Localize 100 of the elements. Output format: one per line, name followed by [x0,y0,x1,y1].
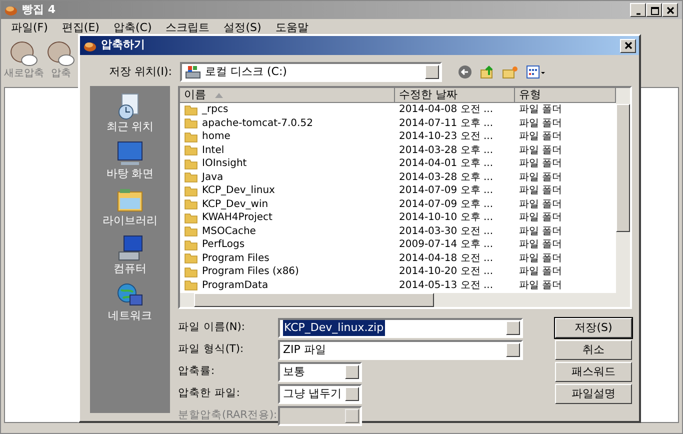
modified-date: 2014-03-28 오후 ... [398,144,494,157]
view-menu-icon[interactable] [526,65,546,79]
dialog-button[interactable]: 패스워드 [555,362,632,382]
close-button[interactable] [620,38,636,52]
file-name[interactable]: Program Files (x86) [202,265,299,278]
places-item[interactable]: 바탕 화면 [106,139,154,180]
file-name-combo[interactable]: KCP_Dev_linux.zip [278,318,523,338]
folder-icon [184,266,198,278]
file-name[interactable]: _rpcs [202,103,228,116]
file-name[interactable]: ProgramData [202,278,268,292]
dialog-button[interactable]: 취소 [555,340,632,360]
modified-date: 2014-07-11 오후 ... [398,116,494,130]
file-type: 파일 폴더 [518,224,562,238]
field-label: 압축한 파일: [178,386,241,402]
archive-icon [47,41,75,66]
folder-icon [184,130,198,143]
file-type: 파일 폴더 [518,184,562,198]
location-label: 저장 위치(I): [108,64,172,80]
file-name[interactable]: Program Files [202,252,270,265]
desktop-icon [116,139,144,168]
file-type: 파일 폴더 [518,103,562,116]
archive-icon [10,41,38,66]
back-icon[interactable] [458,65,472,79]
file-name[interactable]: Intel [202,144,224,157]
close-icon [624,41,632,50]
column-header[interactable]: 이름 [180,88,395,103]
file-name[interactable]: MSOCache [202,224,256,238]
menu-item[interactable]: 압축(C) [113,20,152,36]
folder-icon [184,225,198,238]
file-name[interactable]: KCP_Dev_linux [202,184,275,198]
horizontal-scrollbar[interactable] [180,293,630,307]
location-combo[interactable]: 로컬 디스크 (C:) [180,62,442,82]
maximize-button[interactable] [646,3,662,17]
modified-date: 2014-04-18 오전 ... [398,252,494,265]
folder-icon [184,212,198,224]
dialog-button[interactable]: 저장(S) [555,318,632,338]
places-item[interactable]: 컴퓨터 [114,234,146,275]
dialog-button[interactable]: 파일설명 [555,384,632,404]
modified-date: 2014-04-01 오후 ... [398,157,494,170]
file-name[interactable]: PerfLogs [202,238,245,252]
close-button[interactable] [662,3,678,17]
modified-date: 2014-03-28 오후 ... [398,170,494,184]
modified-date: 2014-10-20 오전 ... [398,265,494,278]
file-name[interactable]: home [202,130,230,144]
file-type: 파일 폴더 [518,157,562,170]
minimize-icon [634,12,642,14]
file-name[interactable]: Java [202,170,224,184]
modified-date: 2014-10-10 오후 ... [398,211,494,224]
modified-date: 2014-07-09 오후 ... [398,184,494,198]
file-type: 파일 폴더 [518,265,562,278]
file-name[interactable]: KCP_Dev_win [202,198,268,211]
library-folder-icon [116,186,144,214]
file-type: 파일 폴더 [518,144,562,157]
modified-date: 2014-07-09 오후 ... [398,198,494,211]
folder-icon [184,252,198,264]
file-type: 파일 폴더 [518,278,562,292]
app-logo-icon [4,4,18,16]
places-item[interactable]: 라이브러리 [102,186,158,228]
column-header[interactable]: 수정한 날짜 [395,88,515,103]
folder-icon [184,198,198,210]
folder-icon [184,238,198,251]
menu-item[interactable]: 설정(S) [224,20,262,36]
file-name[interactable]: apache-tomcat-7.0.52 [202,116,313,130]
file-name-combo[interactable]: ZIP 파일 [278,340,523,360]
file-type: 파일 폴더 [518,252,562,265]
drive-icon [185,65,201,79]
file-type: 파일 폴더 [518,170,562,184]
file-type: 파일 폴더 [518,116,562,130]
window-title: 빵집 4 [22,2,56,18]
folder-icon [184,158,198,170]
menu-item[interactable]: 도움말 [275,20,308,36]
modified-date: 2009-07-14 오후 ... [398,238,494,252]
places-item[interactable]: 네트워크 [108,280,152,322]
folder-icon [184,184,198,197]
modified-date: 2014-04-08 오전 ... [398,103,494,116]
folder-icon [184,171,198,184]
folder-icon [184,117,198,130]
file-type: 파일 폴더 [518,211,562,224]
field-label: 분할압축(RAR전용): [178,408,278,424]
computer-icon [116,234,144,262]
file-type: 파일 폴더 [518,238,562,252]
menu-item[interactable]: 편집(E) [62,20,100,36]
maximize-icon [650,6,658,14]
file-name[interactable]: KWAH4Project [202,211,272,224]
sort-arrow-icon [214,91,224,99]
modified-date: 2014-03-30 오전 ... [398,224,494,238]
option-combo[interactable]: 보통 [278,362,362,382]
menu-item[interactable]: 스크립트 [166,20,210,36]
places-item[interactable]: 최근 위치 [106,92,154,134]
menu-item[interactable]: 파일(F) [11,20,48,36]
field-label: 파일 이름(N): [178,320,246,336]
vertical-scrollbar[interactable] [616,88,630,293]
field-label: 압축률: [178,364,216,380]
app-logo-icon [83,40,97,52]
file-name[interactable]: IOInsight [202,157,247,170]
field-label: 파일 형식(T): [178,342,244,358]
option-combo[interactable]: 그냥 냅두기 [278,384,362,404]
minimize-button[interactable] [630,3,646,17]
close-icon [666,6,674,14]
file-type: 파일 폴더 [518,198,562,211]
